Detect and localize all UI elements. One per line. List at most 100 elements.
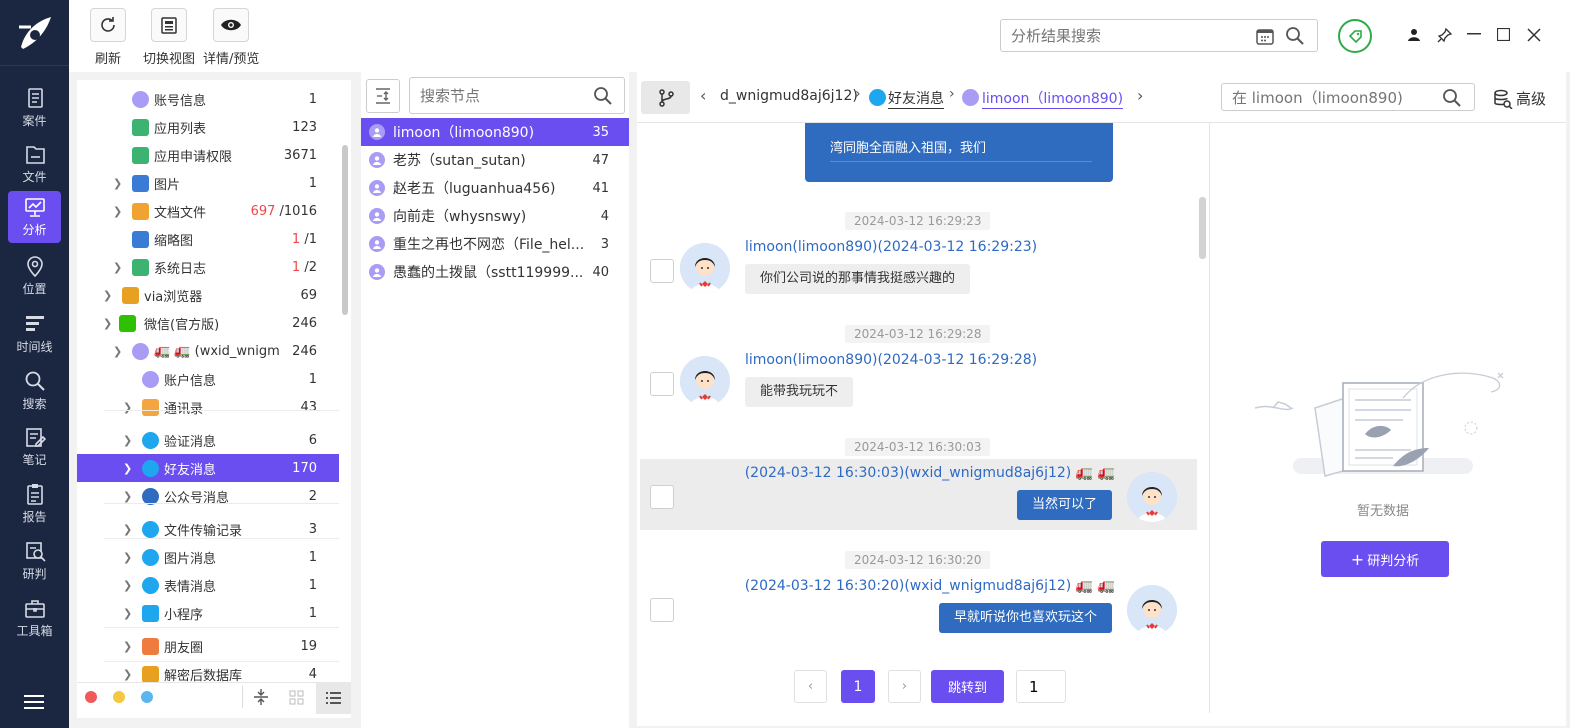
tree-node[interactable]: ❯ 朋友圈 19: [77, 632, 339, 660]
maximize-icon[interactable]: [1497, 28, 1510, 41]
chevron-right-icon[interactable]: ❯: [123, 462, 132, 475]
contact-list-item[interactable]: limoon（limoon890) 35: [361, 118, 629, 146]
yellow-dot-filter[interactable]: [113, 691, 125, 703]
tree-node[interactable]: ❯ 好友消息 170: [77, 454, 339, 482]
tree-node[interactable]: ❯ 系统日志 1 /2: [77, 253, 339, 281]
tree-node[interactable]: ❯ 小程序 1: [77, 599, 339, 627]
message-checkbox[interactable]: [650, 372, 674, 396]
switch-view-button[interactable]: 切换视图: [143, 8, 195, 67]
chevron-right-icon[interactable]: ❯: [103, 317, 112, 330]
message-bubble[interactable]: 当然可以了: [1016, 490, 1112, 520]
grid-view-icon[interactable]: [289, 690, 304, 705]
search-icon[interactable]: [1285, 26, 1305, 46]
next-page-button[interactable]: ›: [888, 670, 921, 703]
tree-node[interactable]: ❯ 表情消息 1: [77, 571, 339, 599]
chevron-right-icon[interactable]: ❯: [123, 551, 132, 564]
details-preview-button[interactable]: 详情/预览: [203, 8, 259, 67]
status-badge[interactable]: [1338, 19, 1372, 53]
breadcrumb-back-icon[interactable]: ‹: [700, 86, 706, 105]
chat-search-icon[interactable]: [1442, 88, 1462, 108]
chevron-right-icon[interactable]: ❯: [113, 205, 122, 218]
tree-node[interactable]: ❯ 验证消息 6: [77, 426, 339, 454]
breadcrumb-forward-icon[interactable]: ›: [1137, 86, 1143, 105]
tree-node[interactable]: ❯ 🚛 🚛 (wxid_wnigm... 246: [77, 337, 339, 365]
message-bubble[interactable]: 能带我玩玩不: [745, 377, 854, 407]
contact-list-item[interactable]: 向前走（whysnswy) 4: [361, 202, 629, 230]
nav-item-analysis[interactable]: 分析: [8, 191, 61, 243]
tree-node[interactable]: 账号信息 1: [77, 85, 339, 113]
tree-node[interactable]: ❯ 微信(官方版) 246: [77, 309, 339, 337]
close-icon[interactable]: [1527, 28, 1541, 42]
tree-node[interactable]: ❯ 公众号消息 2: [77, 482, 339, 510]
chevron-right-icon[interactable]: ❯: [123, 401, 132, 414]
tree-node[interactable]: ❯ 图片 1: [77, 169, 339, 197]
chevron-right-icon[interactable]: ❯: [113, 261, 122, 274]
nav-item-timeline[interactable]: 时间线: [8, 308, 61, 360]
pin-icon[interactable]: [1437, 27, 1453, 43]
tree-node[interactable]: ❯ 文档文件 697 /1016: [77, 197, 339, 225]
breadcrumb-item-friend-messages[interactable]: 好友消息: [888, 88, 944, 109]
jump-page-input[interactable]: [1016, 670, 1066, 703]
user-icon[interactable]: [1407, 28, 1421, 42]
message-bubble[interactable]: 你们公司说的那事情我挺感兴趣的: [745, 264, 971, 294]
tree-node[interactable]: ❯ 图片消息 1: [77, 543, 339, 571]
tree-node[interactable]: ❯ 解密后数据库 4: [77, 660, 339, 682]
nav-item-folder[interactable]: 文件: [8, 138, 61, 190]
jump-to-button[interactable]: 跳转到: [931, 670, 1004, 703]
contact-list-item[interactable]: 愚蠢的土拨鼠（sstt119999... 40: [361, 258, 629, 286]
chevron-right-icon[interactable]: ❯: [103, 289, 112, 302]
message-bubble[interactable]: 早就听说你也喜欢玩这个: [938, 603, 1112, 633]
sort-button[interactable]: [366, 79, 400, 113]
nav-item-judge[interactable]: 研判: [8, 535, 61, 587]
calendar-icon[interactable]: [1255, 26, 1275, 46]
message-checkbox[interactable]: [650, 598, 674, 622]
message-checkbox[interactable]: [650, 485, 674, 509]
page-1-button[interactable]: 1: [841, 670, 875, 703]
nav-item-location[interactable]: 位置: [8, 250, 61, 302]
tree-node[interactable]: 应用申请权限 3671: [77, 141, 339, 169]
chevron-right-icon[interactable]: ❯: [123, 668, 132, 681]
nav-item-report[interactable]: 报告: [8, 478, 61, 530]
contact-list-item[interactable]: 重生之再也不网恋（File_hel... 3: [361, 230, 629, 258]
chevron-right-icon[interactable]: ❯: [123, 607, 132, 620]
tree-node[interactable]: 缩略图 1 /1: [77, 225, 339, 253]
node-search-icon[interactable]: [593, 86, 613, 106]
chat-scrollbar[interactable]: [1199, 197, 1206, 259]
nav-item-toolbox[interactable]: 工具箱: [8, 592, 61, 644]
breadcrumb-item-device[interactable]: d_wnigmud8aj6j12): [720, 88, 858, 104]
tree-scrollbar[interactable]: [342, 145, 348, 315]
tree-node[interactable]: ❯ via浏览器 69: [77, 281, 339, 309]
list-view-button[interactable]: [316, 682, 351, 714]
tree-node[interactable]: ❯ 通讯录 43: [77, 393, 339, 421]
nav-item-case[interactable]: 案件: [8, 82, 61, 134]
prev-page-button[interactable]: ‹: [794, 670, 827, 703]
chevron-right-icon[interactable]: ❯: [113, 177, 122, 190]
contact-list-item[interactable]: 老苏（sutan_sutan) 47: [361, 146, 629, 174]
nav-item-search[interactable]: 搜索: [8, 365, 61, 417]
chevron-right-icon[interactable]: ❯: [123, 640, 132, 653]
advanced-search-button[interactable]: 高级: [1493, 88, 1546, 109]
minimize-icon[interactable]: [1467, 33, 1481, 35]
chevron-right-icon[interactable]: ❯: [123, 490, 132, 503]
chevron-right-icon[interactable]: ❯: [123, 579, 132, 592]
message-checkbox[interactable]: [650, 259, 674, 283]
red-dot-filter[interactable]: [85, 691, 97, 703]
nav-item-note[interactable]: 笔记: [8, 421, 61, 473]
result-search-input[interactable]: [1011, 26, 1241, 46]
tree-node[interactable]: 账户信息 1: [77, 365, 339, 393]
chevron-right-icon[interactable]: ❯: [113, 345, 122, 358]
branch-button[interactable]: [641, 81, 690, 114]
contact-list-item[interactable]: 赵老五（luguanhua456) 41: [361, 174, 629, 202]
tree-node[interactable]: 应用列表 123: [77, 113, 339, 141]
tree-node-count-total: /1016: [279, 203, 317, 219]
analysis-button[interactable]: + 研判分析: [1321, 541, 1449, 577]
blue-dot-filter[interactable]: [141, 691, 153, 703]
chevron-right-icon[interactable]: ❯: [123, 523, 132, 536]
refresh-button[interactable]: 刷新: [90, 8, 126, 67]
collapse-all-icon[interactable]: [253, 688, 269, 706]
menu-icon[interactable]: [24, 694, 44, 714]
chat-search-input[interactable]: [1232, 88, 1432, 108]
breadcrumb-item-contact[interactable]: limoon（limoon890): [982, 88, 1124, 109]
node-search-input[interactable]: [420, 86, 580, 106]
chevron-right-icon[interactable]: ❯: [123, 434, 132, 447]
